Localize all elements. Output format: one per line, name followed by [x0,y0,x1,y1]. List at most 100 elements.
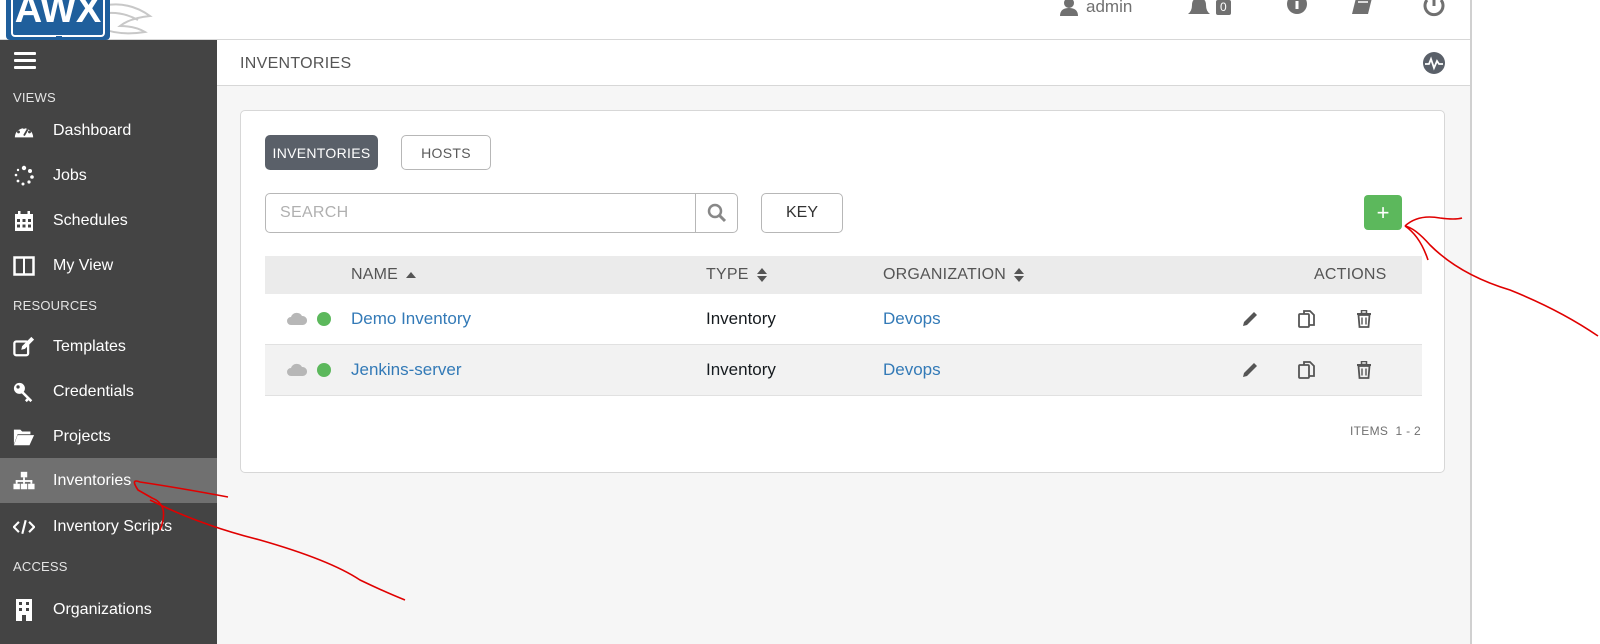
sidebar-item-my-view[interactable]: My View [0,243,217,288]
user-menu[interactable]: admin [1060,0,1132,20]
sidebar-item-inventories[interactable]: Inventories [0,458,217,503]
breadcrumb: INVENTORIES [240,55,352,72]
inventories-table: NAME TYPE ORGANIZATION ACTIONS Demo Inve… [265,256,1422,396]
sidebar-item-dashboard[interactable]: Dashboard [0,108,217,153]
column-header-label: NAME [351,266,399,283]
sort-asc-icon [406,272,417,278]
column-header-type[interactable]: TYPE [706,266,767,284]
sidebar-item-templates[interactable]: Templates [0,324,217,369]
inventory-type: Inventory [706,360,776,379]
search-icon [707,203,726,223]
sidebar-item-label: Projects [53,427,111,445]
delete-button[interactable] [1353,359,1375,381]
sidebar-item-schedules[interactable]: Schedules [0,198,217,243]
breadcrumb-bar: INVENTORIES [217,40,1470,86]
sidebar-item-jobs[interactable]: Jobs [0,153,217,198]
pencil-icon [1243,363,1257,377]
sidebar-item-organizations[interactable]: Organizations [0,587,217,632]
sidebar-item-label: Templates [53,337,126,355]
column-header-label: ORGANIZATION [883,266,1006,283]
column-header-name[interactable]: NAME [351,266,417,284]
dashboard-icon [13,120,35,142]
notifications-button[interactable]: 0 [1186,0,1231,20]
sidebar-item-label: Inventories [53,471,132,489]
search-button[interactable] [695,194,737,232]
add-button[interactable]: + [1364,195,1402,230]
edit-button[interactable] [1239,359,1261,381]
building-icon [13,599,35,621]
sidebar-item-label: Jobs [53,166,87,184]
code-icon [13,516,35,538]
trash-icon [1357,361,1371,379]
column-header-label: ACTIONS [1314,266,1387,283]
section-resources: RESOURCES [13,298,98,313]
sidebar: VIEWS Dashboard Jobs Schedules My View R… [0,40,217,644]
columns-icon [13,255,35,277]
main-content: INVENTORIES INVENTORIES HOSTS KEY + NAME [217,40,1470,644]
delete-button[interactable] [1353,308,1375,330]
about-button[interactable] [1286,0,1308,20]
column-header-organization[interactable]: ORGANIZATION [883,266,1024,284]
edit-icon [13,336,35,358]
sidebar-item-label: My View [53,256,114,274]
cloud-icon [287,312,307,325]
key-button[interactable]: KEY [761,193,843,233]
section-access: ACCESS [13,559,68,574]
svg-text:AWX: AWX [15,0,102,31]
table-row: Jenkins-server Inventory Devops [265,345,1422,396]
organization-link[interactable]: Devops [883,360,941,380]
tab-hosts[interactable]: HOSTS [401,135,491,170]
page-edge-divider [1470,0,1472,644]
cloud-icon [287,363,307,376]
pencil-icon [1243,312,1257,326]
docs-button[interactable] [1352,0,1376,20]
inventory-type: Inventory [706,309,776,328]
status-dot [317,312,331,326]
sort-icon [756,268,767,282]
power-icon [1423,0,1445,17]
sidebar-item-inventory-scripts[interactable]: Inventory Scripts [0,504,217,549]
jobs-icon [13,165,35,187]
awx-logo[interactable]: AWX [0,0,160,42]
sidebar-item-projects[interactable]: Projects [0,414,217,459]
user-icon [1060,0,1078,16]
top-header: AWX admin 0 [0,0,1470,42]
table-row: Demo Inventory Inventory Devops [265,294,1422,345]
copy-icon [1298,310,1315,328]
book-icon [1352,0,1372,14]
sidebar-item-credentials[interactable]: Credentials [0,369,217,414]
search-box [265,193,738,233]
sidebar-item-label: Dashboard [53,121,132,139]
bell-icon [1188,0,1210,14]
column-header-actions: ACTIONS [1314,266,1387,284]
sitemap-icon [13,470,35,492]
table-header: NAME TYPE ORGANIZATION ACTIONS [265,256,1422,294]
copy-button[interactable] [1296,308,1318,330]
calendar-icon [13,210,35,232]
items-label: ITEMS [1350,424,1389,438]
sidebar-item-label: Schedules [53,211,128,229]
inventory-name-link[interactable]: Jenkins-server [351,360,462,380]
folder-open-icon [13,426,35,448]
menu-toggle-icon[interactable] [14,52,36,70]
copy-button[interactable] [1296,359,1318,381]
items-range: 1 - 2 [1395,424,1421,438]
inventory-name-link[interactable]: Demo Inventory [351,309,471,329]
activity-stream-icon[interactable] [1422,51,1446,75]
notification-count-badge: 0 [1216,0,1231,15]
sidebar-item-label: Inventory Scripts [53,517,173,535]
tab-inventories[interactable]: INVENTORIES [265,135,378,170]
key-icon [13,381,35,403]
copy-icon [1298,361,1315,379]
info-icon [1287,0,1307,14]
logout-button[interactable] [1422,0,1446,20]
status-dot [317,363,331,377]
search-input[interactable] [266,194,695,232]
username-label: admin [1086,0,1133,16]
organization-link[interactable]: Devops [883,309,941,329]
column-header-label: TYPE [706,266,749,283]
sort-icon [1014,268,1024,282]
sidebar-item-label: Credentials [53,382,134,400]
sidebar-item-label: Organizations [53,600,152,618]
edit-button[interactable] [1239,308,1261,330]
